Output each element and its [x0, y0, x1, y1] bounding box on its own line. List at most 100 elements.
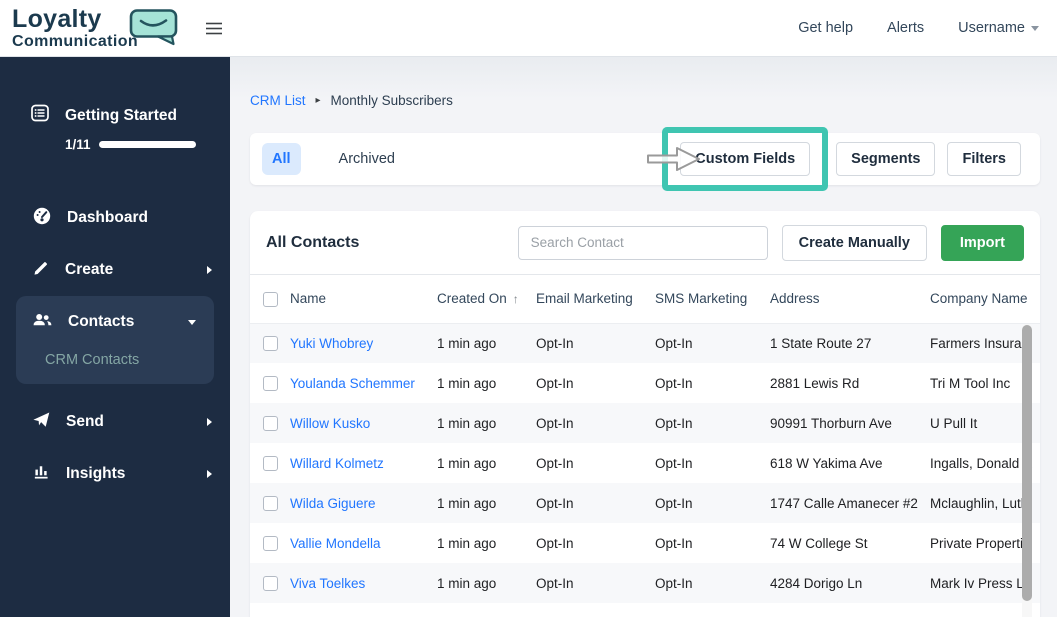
sidebar-group-contacts: Contacts CRM Contacts: [16, 296, 214, 384]
create-label: Create: [65, 261, 114, 278]
email-marketing-cell: Opt-In: [536, 403, 655, 443]
tab-archived[interactable]: Archived: [339, 151, 395, 167]
bar-chart-icon: [32, 462, 51, 486]
breadcrumb-crm-list-link[interactable]: CRM List: [250, 93, 306, 108]
contact-name-link[interactable]: Willow Kusko: [290, 416, 370, 431]
row-checkbox[interactable]: [263, 375, 278, 391]
address-cell: 1 State Route 27: [770, 323, 930, 363]
paper-plane-icon: [32, 410, 51, 434]
row-checkbox[interactable]: [263, 495, 278, 511]
sms-marketing-cell: Opt-In: [655, 563, 770, 603]
column-header-sms-marketing[interactable]: SMS Marketing: [655, 275, 770, 324]
table-row: Wilda Giguere 1 min ago Opt-In Opt-In 1747 C…: [250, 483, 1040, 523]
table-scrollbar-track[interactable]: [1022, 324, 1032, 617]
table-scrollbar-thumb[interactable]: [1022, 325, 1032, 601]
sidebar-item-send[interactable]: Send: [0, 396, 230, 448]
email-marketing-cell: Opt-In: [536, 483, 655, 523]
contact-name-link[interactable]: Yuki Whobrey: [290, 336, 373, 351]
email-marketing-cell: Opt-In: [536, 323, 655, 363]
created-on-cell: 1 min ago: [437, 323, 536, 363]
sidebar: Getting Started 1/11 Dashboard Create Co…: [0, 57, 230, 617]
email-marketing-cell: Opt-In: [536, 375, 574, 391]
header-nav: Get help Alerts Username: [798, 20, 1039, 36]
get-help-link[interactable]: Get help: [798, 20, 853, 36]
chevron-down-icon: [1031, 25, 1039, 31]
sort-asc-icon: ↑: [512, 292, 519, 307]
created-on-cell: 1 min ago: [437, 483, 536, 523]
import-button[interactable]: Import: [940, 224, 1024, 261]
contacts-table-body: Yuki Whobrey 1 min ago Opt-In Opt-In 1 State…: [250, 323, 1040, 603]
main-content: CRM List ▸ Monthly Subscribers All Archi…: [230, 57, 1057, 617]
breadcrumb: CRM List ▸ Monthly Subscribers: [250, 93, 1040, 108]
column-header-email-marketing[interactable]: Email Marketing: [536, 275, 655, 324]
sidebar-item-getting-started[interactable]: Getting Started: [30, 103, 200, 128]
row-checkbox[interactable]: [263, 535, 278, 551]
table-row: Willow Kusko 1 min ago Opt-In Opt-In 90991 T…: [250, 403, 1040, 443]
sidebar-item-dashboard[interactable]: Dashboard: [0, 192, 230, 244]
speech-bubble-icon: [128, 8, 180, 51]
logo-line2: Communication: [12, 33, 139, 50]
sidebar-item-crm-contacts[interactable]: CRM Contacts: [16, 352, 214, 368]
segments-button[interactable]: Segments: [836, 142, 936, 176]
contacts-card: All Contacts Create Manually Import Name…: [250, 211, 1040, 617]
create-manually-button[interactable]: Create Manually: [781, 224, 927, 261]
contacts-table: Name Created On ↑ Email Marketing SMS Mar…: [250, 275, 1040, 603]
created-on-cell: 1 min ago: [437, 455, 497, 471]
contact-name-link[interactable]: Youlanda Schemmer: [290, 376, 415, 391]
search-contact-input[interactable]: [517, 225, 768, 260]
list-tab-bar: All Archived Custom Fields Segments Filt…: [250, 127, 1040, 191]
sidebar-item-create[interactable]: Create: [0, 244, 230, 296]
contact-name-link[interactable]: Viva Toelkes: [290, 576, 365, 591]
annotation-arrow-icon: [646, 144, 702, 179]
getting-started-progress-count: 1/11: [65, 137, 91, 152]
sidebar-item-insights[interactable]: Insights: [0, 448, 230, 500]
getting-started-label: Getting Started: [65, 106, 177, 124]
contact-name-link[interactable]: Wilda Giguere: [290, 496, 376, 511]
row-checkbox[interactable]: [263, 455, 278, 471]
column-header-company-name[interactable]: Company Name: [930, 275, 1040, 324]
table-row: Youlanda Schemmer 1 min ago Opt-In Opt-In 28…: [250, 363, 1040, 403]
table-row: Yuki Whobrey 1 min ago Opt-In Opt-In 1 State…: [250, 323, 1040, 363]
alerts-link[interactable]: Alerts: [887, 20, 924, 36]
created-on-cell: 1 min ago: [437, 535, 497, 551]
username-menu[interactable]: Username: [958, 20, 1039, 36]
dashboard-label: Dashboard: [67, 209, 148, 226]
column-header-address[interactable]: Address: [770, 275, 930, 324]
breadcrumb-current: Monthly Subscribers: [330, 93, 453, 108]
sms-marketing-cell: Opt-In: [655, 323, 770, 363]
created-on-cell: 1 min ago: [437, 563, 536, 603]
row-checkbox[interactable]: [263, 415, 278, 431]
email-marketing-cell: Opt-In: [536, 455, 574, 471]
contact-name-link[interactable]: Vallie Mondella: [290, 536, 381, 551]
sidebar-item-contacts[interactable]: Contacts: [16, 298, 214, 346]
pencil-icon: [32, 259, 50, 282]
email-marketing-cell: Opt-In: [536, 535, 574, 551]
people-icon: [32, 310, 53, 335]
send-label: Send: [66, 413, 104, 430]
address-cell: 1747 Calle Amanecer #2: [770, 483, 930, 523]
row-checkbox[interactable]: [263, 575, 278, 591]
sms-marketing-cell: Opt-In: [655, 483, 770, 523]
address-cell: 4284 Dorigo Ln: [770, 563, 930, 603]
row-checkbox[interactable]: [263, 336, 278, 352]
address-cell: 74 W College St: [770, 535, 868, 551]
table-row: Willard Kolmetz 1 min ago Opt-In Opt-In 618 …: [250, 443, 1040, 483]
tab-all[interactable]: All: [262, 143, 301, 175]
checklist-icon: [30, 103, 50, 128]
chevron-right-icon: [207, 418, 212, 426]
column-header-name[interactable]: Name: [290, 275, 437, 324]
contact-name-link[interactable]: Willard Kolmetz: [290, 456, 384, 471]
address-cell: 90991 Thorburn Ave: [770, 403, 930, 443]
logo-line1: Loyalty: [12, 5, 102, 33]
chevron-right-icon: [207, 470, 212, 478]
hamburger-menu-icon[interactable]: [206, 22, 222, 35]
select-all-checkbox[interactable]: [263, 291, 278, 307]
contacts-card-header: All Contacts Create Manually Import: [250, 211, 1040, 275]
filters-button[interactable]: Filters: [947, 142, 1021, 176]
column-header-created-on[interactable]: Created On ↑: [437, 275, 536, 324]
app-logo[interactable]: Loyalty Communication: [12, 3, 190, 53]
table-row: Viva Toelkes 1 min ago Opt-In Opt-In 4284 Do…: [250, 563, 1040, 603]
created-on-cell: 1 min ago: [437, 403, 536, 443]
sms-marketing-cell: Opt-In: [655, 375, 693, 391]
address-cell: 618 W Yakima Ave: [770, 455, 883, 471]
